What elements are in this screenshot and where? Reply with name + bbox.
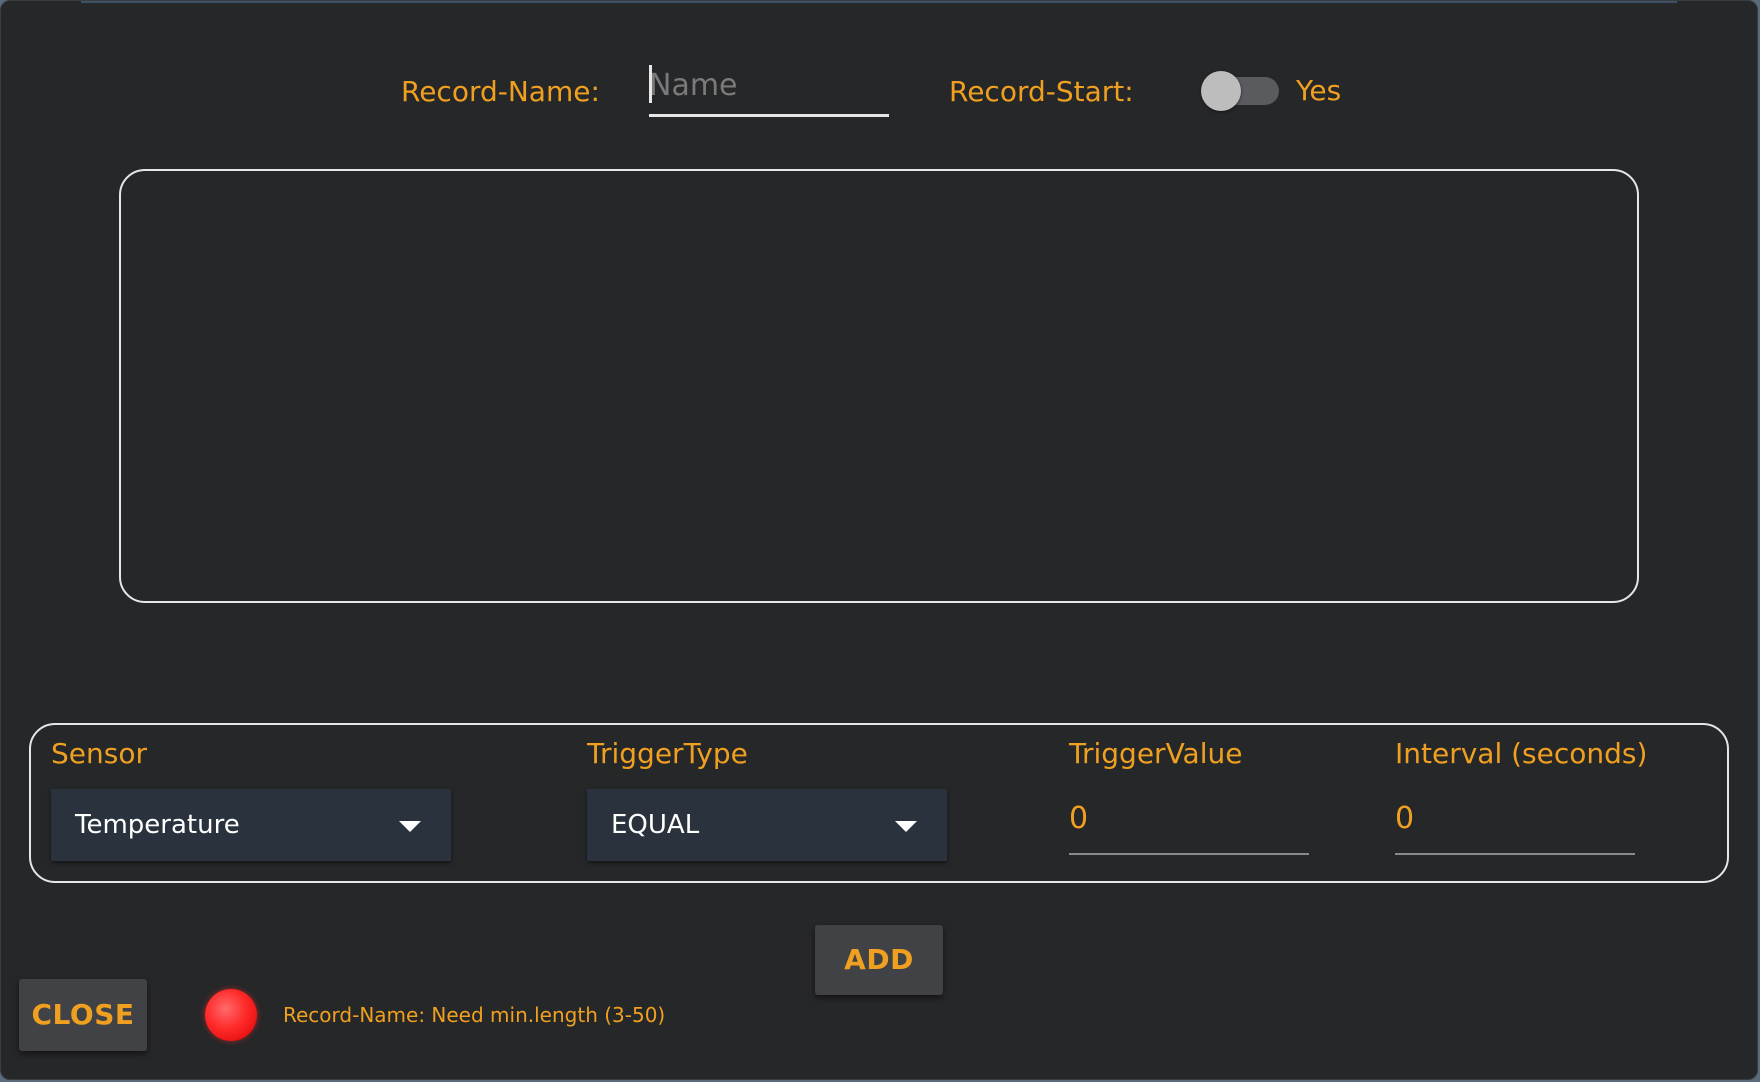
sensor-label: Sensor (51, 737, 147, 770)
record-dialog: Record-Name: Record-Start: Yes Sensor Te… (0, 0, 1758, 1080)
record-start-toggle-text: Yes (1296, 74, 1342, 107)
trigger-value-input[interactable]: 0 (1069, 789, 1309, 855)
sensor-select-value: Temperature (75, 810, 240, 840)
record-name-input[interactable] (649, 59, 889, 111)
status-message: Record-Name: Need min.length (3-50) (283, 1003, 666, 1027)
trigger-type-select[interactable]: EQUAL (587, 789, 947, 861)
window-top-edge (81, 1, 1677, 3)
add-button[interactable]: ADD (815, 925, 943, 995)
record-name-label: Record-Name: (401, 75, 600, 108)
record-start-toggle[interactable] (1201, 71, 1279, 111)
trigger-type-select-value: EQUAL (611, 810, 700, 840)
trigger-type-label: TriggerType (587, 737, 748, 770)
chevron-down-icon (399, 821, 421, 832)
text-caret (649, 65, 652, 103)
toggle-knob[interactable] (1201, 71, 1241, 111)
trigger-value-label: TriggerValue (1069, 737, 1243, 770)
interval-input[interactable]: 0 (1395, 789, 1635, 855)
status-indicator (205, 989, 257, 1041)
sensor-select[interactable]: Temperature (51, 789, 451, 861)
record-start-label: Record-Start: (949, 75, 1134, 108)
trigger-list-area[interactable] (119, 169, 1639, 603)
trigger-form: Sensor Temperature TriggerType EQUAL Tri… (29, 723, 1729, 883)
close-button[interactable]: CLOSE (19, 979, 147, 1051)
chevron-down-icon (895, 821, 917, 832)
interval-label: Interval (seconds) (1395, 737, 1648, 770)
record-name-field[interactable] (649, 59, 889, 117)
